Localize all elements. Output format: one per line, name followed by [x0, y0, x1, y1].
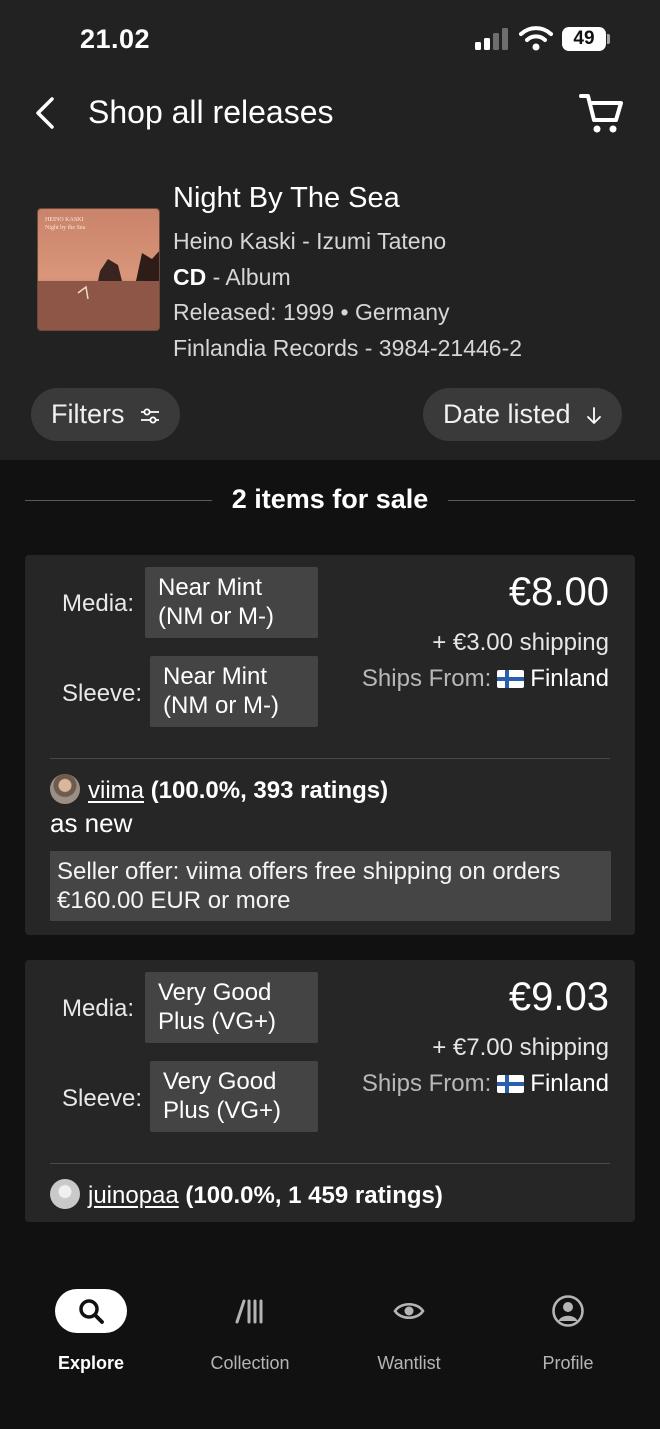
- listing-price: €8.00: [508, 570, 609, 614]
- release-format-type: CD: [173, 264, 207, 290]
- ships-from: Ships From: Finland: [362, 665, 609, 693]
- sort-label: Date listed: [443, 399, 571, 429]
- album-cover-art: HEINO KASKI Night by the Sea: [38, 209, 159, 330]
- listing-comment: as new: [50, 808, 133, 838]
- seller-info: viima (100.0%, 393 ratings): [50, 774, 388, 805]
- seller-rating: (100.0%, 393 ratings): [150, 777, 389, 804]
- collection-icon: [235, 1299, 263, 1324]
- media-condition-badge: Near Mint (NM or M-): [145, 567, 318, 638]
- wifi-icon: [519, 26, 553, 51]
- listing-card[interactable]: Media: Very Good Plus (VG+) Sleeve: Very…: [25, 960, 635, 1222]
- release-year-country: Released: 1999 • Germany: [173, 299, 450, 325]
- sort-button[interactable]: Date listed: [423, 388, 623, 441]
- battery-icon: 49: [562, 27, 606, 51]
- card-divider: [50, 1163, 610, 1164]
- page-title: Shop all releases: [88, 94, 334, 130]
- seller-name-link[interactable]: juinopaa: [88, 1182, 179, 1209]
- eye-icon: [393, 1302, 425, 1320]
- media-condition-badge: Very Good Plus (VG+): [145, 972, 318, 1043]
- sliders-icon: [141, 408, 160, 424]
- listing-card[interactable]: Media: Near Mint (NM or M-) Sleeve: Near…: [25, 555, 635, 935]
- search-icon: [55, 1289, 127, 1333]
- ships-from: Ships From: Finland: [362, 1070, 609, 1098]
- tab-wantlist[interactable]: Wantlist: [349, 1288, 469, 1374]
- battery-tip: [607, 34, 610, 44]
- release-format-detail: - Album: [206, 264, 291, 290]
- sleeve-label: Sleeve:: [62, 680, 143, 707]
- cart-icon[interactable]: [578, 92, 624, 136]
- bottom-tab-bar: Explore Collection Wantlist Profile: [0, 1268, 660, 1429]
- chevron-left-icon[interactable]: [30, 94, 64, 132]
- tab-label: Explore: [57, 1353, 125, 1373]
- card-divider: [50, 758, 610, 759]
- status-time: 21.02: [80, 24, 151, 54]
- tab-collection[interactable]: Collection: [190, 1288, 310, 1374]
- sleeve-label: Sleeve:: [62, 1085, 143, 1112]
- sleeve-condition-badge: Very Good Plus (VG+): [150, 1061, 318, 1132]
- filters-label: Filters: [51, 399, 125, 429]
- album-cover[interactable]: HEINO KASKI Night by the Sea: [37, 208, 160, 331]
- tab-label: Wantlist: [377, 1353, 441, 1373]
- arrow-down-icon: [587, 406, 601, 424]
- seller-info: juinopaa (100.0%, 1 459 ratings): [50, 1179, 443, 1210]
- items-for-sale-count: 2 items for sale: [231, 484, 429, 514]
- avatar[interactable]: [50, 1179, 80, 1209]
- shipping-cost: + €3.00 shipping: [432, 629, 609, 656]
- avatar[interactable]: [50, 774, 80, 804]
- finland-flag-icon: [497, 1075, 525, 1093]
- shipping-cost: + €7.00 shipping: [432, 1034, 609, 1061]
- release-format: CD - Album: [173, 264, 291, 291]
- tab-label: Collection: [210, 1353, 290, 1373]
- listing-price: €9.03: [508, 975, 609, 1019]
- seller-rating: (100.0%, 1 459 ratings): [185, 1182, 443, 1209]
- ships-from-label: Ships From:: [361, 1070, 492, 1097]
- cellular-signal-icon: [475, 28, 509, 50]
- filters-button[interactable]: Filters: [31, 388, 181, 441]
- seller-offer-banner: Seller offer: viima offers free shipping…: [50, 851, 611, 921]
- ships-from-country: Finland: [530, 665, 609, 692]
- media-label: Media:: [62, 995, 135, 1022]
- profile-icon: [552, 1295, 584, 1327]
- sleeve-condition-badge: Near Mint (NM or M-): [150, 656, 318, 727]
- tab-label: Profile: [542, 1353, 594, 1373]
- release-label-catalog: Finlandia Records - 3984-21446-2: [173, 335, 523, 361]
- release-title[interactable]: Night By The Sea: [173, 182, 400, 215]
- items-count-row: 2 items for sale: [25, 480, 635, 520]
- tab-profile[interactable]: Profile: [508, 1288, 628, 1374]
- finland-flag-icon: [497, 670, 525, 688]
- seller-name-link[interactable]: viima: [88, 777, 144, 804]
- ships-from-label: Ships From:: [361, 665, 492, 692]
- ships-from-country: Finland: [530, 1070, 609, 1097]
- cover-title-text: Night by the Sea: [45, 225, 85, 231]
- media-label: Media:: [62, 590, 135, 617]
- cover-artist-text: HEINO KASKI: [45, 217, 84, 223]
- tab-explore[interactable]: Explore: [31, 1288, 151, 1374]
- release-artists[interactable]: Heino Kaski - Izumi Tateno: [173, 228, 446, 255]
